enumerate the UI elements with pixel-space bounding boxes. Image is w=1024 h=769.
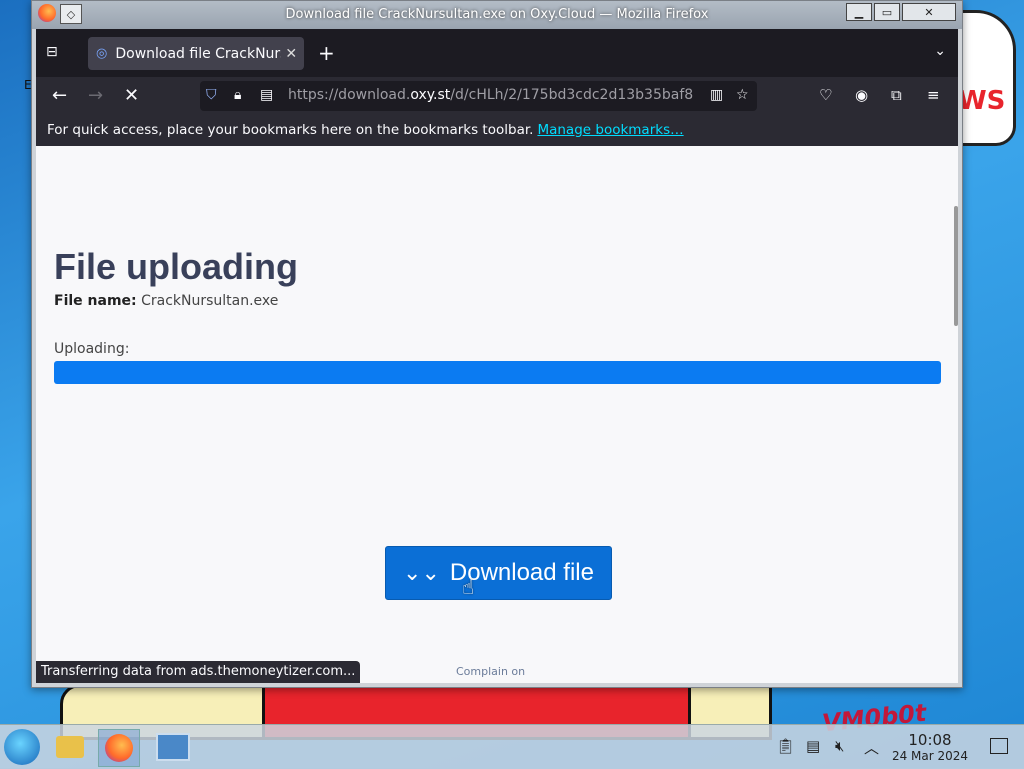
close-button[interactable]: ✕ <box>902 3 956 21</box>
tracking-protection-shield-icon[interactable]: ⛉ <box>206 87 217 103</box>
double-chevron-down-icon: ⌄⌄ <box>403 560 440 585</box>
tab-download-file[interactable]: ◎ Download file CrackNursultan.exe ✕ <box>88 37 304 70</box>
maximize-button[interactable]: ▭ <box>874 3 900 21</box>
manage-bookmarks-link[interactable]: Manage bookmarks… <box>537 122 683 138</box>
oxy-cloud-icon: ◎ <box>96 46 108 61</box>
download-file-button[interactable]: ⌄⌄ Download file <box>385 546 612 600</box>
system-monitor-icon[interactable] <box>153 729 193 765</box>
firefox-view-icon[interactable]: ⊟ <box>46 44 66 62</box>
close-tab-icon[interactable]: ✕ <box>285 46 297 62</box>
extensions-icon[interactable]: ⧉ <box>891 86 902 104</box>
firefox-taskbar-icon[interactable] <box>98 729 140 767</box>
window-title: Download file CrackNursultan.exe on Oxy.… <box>285 7 709 22</box>
clock-time: 10:08 <box>908 731 952 749</box>
tab-strip: ⊟ ◎ Download file CrackNursultan.exe ✕ +… <box>36 29 958 77</box>
upload-progress-bar <box>54 361 941 384</box>
uploading-label: Uploading: <box>54 341 130 357</box>
menu-hamburger-icon[interactable]: ≡ <box>927 86 940 104</box>
tray-expand-icon[interactable]: ︿ <box>864 737 879 758</box>
forward-arrow-icon[interactable]: → <box>88 85 103 106</box>
page-content: File uploading File name: CrackNursultan… <box>36 146 958 683</box>
pocket-icon[interactable]: ♡ <box>819 86 832 104</box>
clock-date: 24 Mar 2024 <box>891 749 969 763</box>
file-name-label: File name: <box>54 293 137 309</box>
tab-label: Download file CrackNursultan.exe <box>115 45 282 62</box>
start-menu-icon[interactable] <box>4 729 40 765</box>
file-name-row: File name: CrackNursultan.exe <box>54 293 278 309</box>
back-arrow-icon[interactable]: ← <box>52 85 67 106</box>
show-desktop-icon[interactable] <box>990 738 1008 754</box>
url-bar[interactable]: ⛉ 🔒︎ ▤ https://download.oxy.st/d/cHLh/2/… <box>200 81 757 111</box>
clock[interactable]: 10:08 24 Mar 2024 <box>885 731 975 763</box>
scrollbar[interactable] <box>954 206 958 326</box>
clipboard-icon[interactable]: 📋︎ <box>776 737 795 755</box>
notes-icon[interactable]: ▤ <box>806 737 820 755</box>
firefox-window: ◇ Download file CrackNursultan.exe on Ox… <box>31 0 963 688</box>
bookmark-star-icon[interactable]: ☆ <box>736 87 749 103</box>
bookmarks-hint: For quick access, place your bookmarks h… <box>47 122 534 138</box>
page-title: File uploading <box>54 246 298 287</box>
page-info-icon[interactable]: ▤ <box>260 87 273 103</box>
reader-view-icon[interactable]: ▥ <box>710 87 723 103</box>
taskbar: 📋︎ ▤ 🔇︎ ︿ 10:08 24 Mar 2024 <box>0 724 1024 769</box>
complain-link[interactable]: Complain on <box>456 665 525 678</box>
mouse-cursor-icon: ☝ <box>462 575 475 599</box>
status-bar: Transferring data from ads.themoneytizer… <box>36 661 361 683</box>
wallpaper-text-ws: WS <box>958 86 1006 116</box>
url-text[interactable]: https://download.oxy.st/d/cHLh/2/175bd3c… <box>288 87 700 103</box>
stop-loading-icon[interactable]: ✕ <box>124 85 139 106</box>
bookmarks-toolbar: For quick access, place your bookmarks h… <box>36 115 958 146</box>
upload-progress-fill <box>54 361 941 384</box>
minimize-button[interactable]: ▁ <box>846 3 872 21</box>
lock-icon[interactable]: 🔒︎ <box>234 87 241 103</box>
file-name-value: CrackNursultan.exe <box>141 293 279 309</box>
list-all-tabs-icon[interactable]: ⌄ <box>934 43 946 59</box>
volume-muted-icon[interactable]: 🔇︎ <box>835 737 844 755</box>
new-tab-button[interactable]: + <box>318 41 335 65</box>
window-titlebar[interactable]: ◇ Download file CrackNursultan.exe on Ox… <box>32 1 962 29</box>
account-icon[interactable]: ◉ <box>855 86 868 104</box>
navigation-toolbar: ← → ✕ ⛉ 🔒︎ ▤ https://download.oxy.st/d/c… <box>36 77 958 115</box>
file-manager-icon[interactable] <box>50 729 90 765</box>
